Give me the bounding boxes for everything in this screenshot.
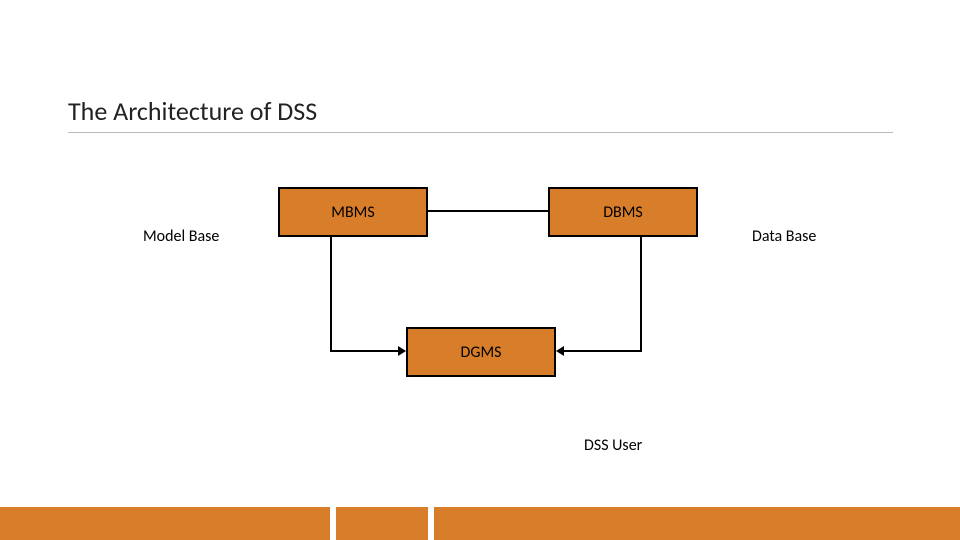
connector-mbms-horizontal (330, 350, 398, 352)
node-mbms: MBMS (278, 187, 428, 237)
title-underline (68, 132, 893, 133)
connector-dbms-horizontal (564, 350, 642, 352)
node-dgms: DGMS (406, 327, 556, 377)
arrow-dbms-to-dgms-icon (556, 346, 564, 356)
connector-mbms-vertical (330, 237, 332, 352)
node-dgms-label: DGMS (461, 343, 502, 362)
connector-dbms-vertical (640, 237, 642, 352)
label-dss-user: DSS User (584, 436, 642, 455)
arrow-mbms-to-dgms-icon (398, 346, 406, 356)
node-mbms-label: MBMS (331, 203, 374, 222)
connector-mbms-dbms (428, 210, 548, 212)
label-model-base: Model Base (143, 227, 219, 246)
slide-title: The Architecture of DSS (68, 95, 317, 127)
node-dbms-label: DBMS (603, 203, 643, 222)
label-data-base: Data Base (752, 227, 816, 246)
footer-gap-1 (330, 507, 336, 540)
footer-gap-2 (428, 507, 434, 540)
node-dbms: DBMS (548, 187, 698, 237)
footer-accent-bar (0, 507, 960, 540)
